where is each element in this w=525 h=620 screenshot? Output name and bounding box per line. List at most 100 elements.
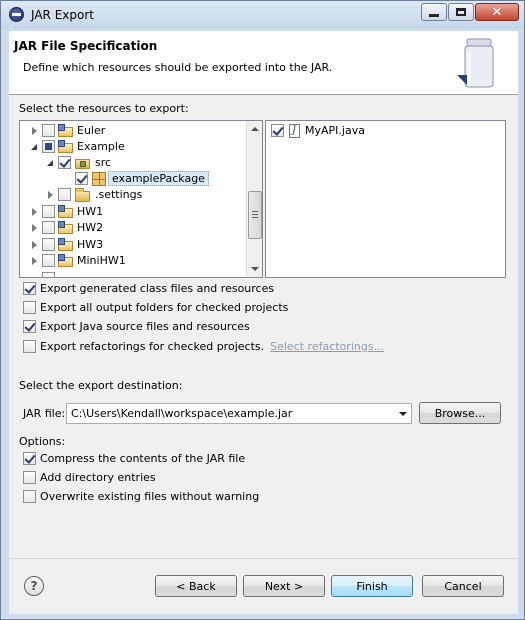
page-title: JAR File Specification <box>14 39 158 53</box>
destination-label: Select the export destination: <box>19 379 183 392</box>
java-project-icon <box>58 221 73 235</box>
option-label: Export refactorings for checked projects… <box>40 340 265 353</box>
title-bar[interactable]: JAR Export ✕ <box>1 1 524 29</box>
option-overwrite[interactable]: Overwrite existing files without warning <box>23 490 259 503</box>
option-label: Overwrite existing files without warning <box>40 490 260 503</box>
scroll-up-arrow-icon[interactable] <box>247 121 262 137</box>
help-icon[interactable]: ? <box>24 576 44 596</box>
wizard-banner: JAR File Specification Define which reso… <box>9 31 518 95</box>
tree-item-settings[interactable]: .settings <box>20 187 248 203</box>
tree-item-hw1[interactable]: HW1 <box>20 204 248 220</box>
finish-button[interactable]: Finish <box>331 575 413 597</box>
page-description: Define which resources should be exporte… <box>23 61 333 74</box>
checkbox[interactable] <box>23 490 36 503</box>
option-label: Export Java source files and resources <box>40 320 250 333</box>
expand-arrow-icon[interactable] <box>32 241 37 249</box>
collapse-arrow-icon[interactable] <box>47 160 53 166</box>
next-button[interactable]: Next > <box>243 575 325 597</box>
jar-file-path: C:\Users\Kendall\workspace\example.jar <box>71 407 293 420</box>
tree-item-src[interactable]: src <box>20 155 248 171</box>
java-file-icon <box>289 124 300 138</box>
tree-item-hw2[interactable]: HW2 <box>20 220 248 236</box>
close-button[interactable]: ✕ <box>475 3 519 21</box>
tree-item-label: .settings <box>95 188 143 201</box>
option-label: Add directory entries <box>40 471 156 484</box>
maximize-button[interactable] <box>448 3 474 21</box>
package-icon <box>92 172 106 186</box>
select-refactorings-link[interactable]: Select refactorings... <box>270 340 384 353</box>
tree-item-example[interactable]: Example <box>20 139 248 155</box>
checkbox[interactable] <box>23 282 36 295</box>
tree-item-partial[interactable] <box>20 271 248 277</box>
option-export-java-source[interactable]: Export Java source files and resources <box>23 320 250 333</box>
resources-tree[interactable]: Euler Example src examplePackage .settin… <box>19 120 263 278</box>
checkbox[interactable] <box>23 340 36 353</box>
tree-item-label: Euler <box>77 124 106 137</box>
jar-export-dialog: JAR Export ✕ JAR File Specification Defi… <box>0 0 525 620</box>
file-item-myapi[interactable]: MyAPI.java <box>266 123 496 139</box>
dialog-content: JAR File Specification Define which reso… <box>9 31 518 614</box>
option-export-output-folders[interactable]: Export all output folders for checked pr… <box>23 301 288 314</box>
tree-checkbox[interactable] <box>42 254 55 267</box>
tree-checkbox[interactable] <box>42 124 55 137</box>
tree-item-examplepackage[interactable]: examplePackage <box>20 171 248 187</box>
tree-checkbox[interactable] <box>42 272 55 277</box>
options-label: Options: <box>19 435 66 448</box>
checkbox[interactable] <box>23 471 36 484</box>
java-project-icon <box>58 205 73 219</box>
expand-arrow-icon[interactable] <box>48 191 53 199</box>
tree-checkbox[interactable] <box>75 172 88 185</box>
window-title: JAR Export <box>31 8 94 22</box>
checkbox[interactable] <box>23 320 36 333</box>
browse-button[interactable]: Browse... <box>419 402 501 424</box>
collapse-arrow-icon[interactable] <box>31 144 37 150</box>
scrollbar-thumb[interactable] <box>248 191 262 239</box>
minimize-icon <box>429 13 439 17</box>
expand-arrow-icon[interactable] <box>32 257 37 265</box>
java-project-icon <box>58 124 73 138</box>
files-list[interactable]: MyAPI.java <box>265 120 506 278</box>
scroll-down-arrow-icon[interactable] <box>247 261 262 277</box>
expand-arrow-icon[interactable] <box>32 208 37 216</box>
jar-file-combo[interactable]: C:\Users\Kendall\workspace\example.jar <box>66 403 412 424</box>
option-export-refactorings[interactable]: Export refactorings for checked projects… <box>23 340 384 353</box>
tree-item-label: HW1 <box>77 205 104 218</box>
maximize-icon <box>456 8 466 16</box>
tree-checkbox[interactable] <box>58 156 71 169</box>
tree-scrollbar[interactable] <box>246 121 262 277</box>
tree-checkbox[interactable] <box>42 221 55 234</box>
eclipse-icon <box>9 7 24 22</box>
back-button[interactable]: < Back <box>155 575 237 597</box>
file-item-label: MyAPI.java <box>305 124 365 137</box>
option-label: Export all output folders for checked pr… <box>40 301 289 314</box>
tree-checkbox[interactable] <box>42 205 55 218</box>
expand-arrow-icon[interactable] <box>32 127 37 135</box>
tree-item-hw3[interactable]: HW3 <box>20 237 248 253</box>
footer-separator <box>9 558 518 559</box>
tree-item-label: Example <box>77 140 125 153</box>
close-icon: ✕ <box>491 4 503 20</box>
option-compress[interactable]: Compress the contents of the JAR file <box>23 452 245 465</box>
tree-item-label: MiniHW1 <box>77 254 126 267</box>
dropdown-arrow-icon[interactable] <box>399 412 407 416</box>
tree-item-euler[interactable]: Euler <box>20 123 248 139</box>
expand-arrow-icon[interactable] <box>32 224 37 232</box>
cancel-button[interactable]: Cancel <box>422 575 504 597</box>
file-checkbox[interactable] <box>271 124 284 137</box>
tree-item-label: src <box>95 156 112 169</box>
option-label: Export generated class files and resourc… <box>40 282 275 295</box>
tree-checkbox[interactable] <box>42 140 55 153</box>
java-project-icon <box>58 238 73 252</box>
folder-icon <box>75 188 90 202</box>
tree-item-label: HW3 <box>77 238 104 251</box>
tree-checkbox[interactable] <box>58 188 71 201</box>
checkbox[interactable] <box>23 301 36 314</box>
minimize-button[interactable] <box>421 3 447 21</box>
option-add-directory-entries[interactable]: Add directory entries <box>23 471 156 484</box>
java-project-icon <box>58 254 73 268</box>
checkbox[interactable] <box>23 452 36 465</box>
tree-checkbox[interactable] <box>42 238 55 251</box>
option-export-class-files[interactable]: Export generated class files and resourc… <box>23 282 274 295</box>
tree-item-minihw1[interactable]: MiniHW1 <box>20 253 248 269</box>
option-label: Compress the contents of the JAR file <box>40 452 246 465</box>
